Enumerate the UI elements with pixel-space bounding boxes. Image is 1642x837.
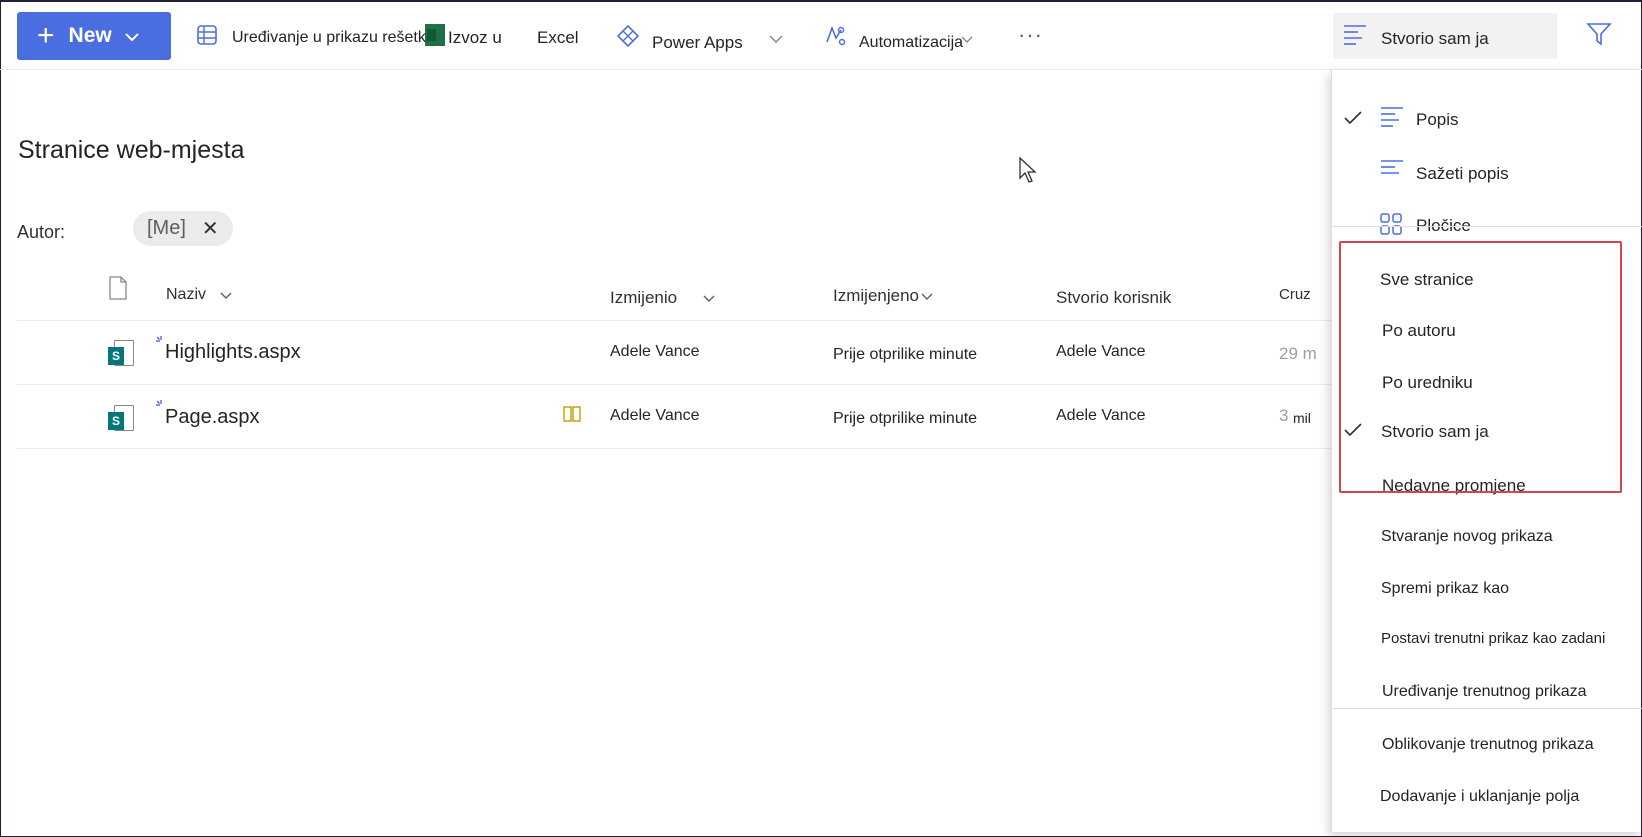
menu-divider bbox=[1332, 226, 1642, 227]
column-modified-label: Izmijenjeno bbox=[833, 286, 919, 305]
sharepoint-page-icon: S bbox=[108, 340, 136, 368]
plus-icon: + bbox=[37, 19, 55, 52]
menu-item-edit-current-view[interactable]: Uređivanje trenutnog prikaza bbox=[1332, 671, 1642, 711]
checkmark-icon bbox=[1344, 110, 1362, 130]
chevron-down-icon bbox=[921, 289, 933, 304]
new-button[interactable]: + New bbox=[17, 12, 171, 60]
menu-item-layout-tiles[interactable]: Pločice bbox=[1332, 204, 1642, 244]
menu-item-create-view[interactable]: Stvaranje novog prikaza bbox=[1332, 516, 1642, 556]
menu-item-label: Dodavanje i uklanjanje polja bbox=[1380, 788, 1580, 805]
chevron-down-icon bbox=[769, 29, 783, 49]
file-name-link[interactable]: Highlights.aspx bbox=[165, 341, 301, 364]
more-button[interactable]: ··· bbox=[1018, 22, 1043, 48]
command-bar: + New Uređivanje u prikazu rešetke Izvoz… bbox=[0, 0, 1642, 70]
column-header-modified-by[interactable]: Izmijenio bbox=[610, 288, 715, 308]
compact-list-icon bbox=[1380, 159, 1404, 184]
callout-highlight-box bbox=[1339, 241, 1622, 493]
page-title: Stranice web-mjesta bbox=[18, 136, 245, 164]
menu-item-label: Postavi trenutni prikaz kao zadani bbox=[1381, 630, 1606, 647]
chevron-down-icon bbox=[220, 288, 232, 303]
file-type-icon bbox=[108, 276, 128, 305]
power-apps-button[interactable]: Power Apps bbox=[616, 24, 783, 53]
column-header-modified[interactable]: Izmijenjeno bbox=[833, 286, 933, 306]
divider bbox=[17, 320, 1347, 321]
menu-item-label: Stvaranje novog prikaza bbox=[1381, 528, 1553, 545]
menu-item-format-current-view[interactable]: Oblikovanje trenutnog prikaza bbox=[1332, 724, 1642, 764]
filter-icon[interactable] bbox=[1586, 22, 1612, 51]
menu-item-label: Uređivanje trenutnog prikaza bbox=[1382, 683, 1587, 700]
menu-item-label: Sažeti popis bbox=[1416, 164, 1509, 183]
column-header-name[interactable]: Naziv bbox=[166, 286, 232, 304]
list-view-icon bbox=[1343, 23, 1367, 50]
grid-edit-label: Uređivanje u prikazu rešetke bbox=[232, 28, 432, 46]
sharepoint-page-icon: S bbox=[108, 405, 136, 433]
divider bbox=[17, 384, 1347, 385]
grid-edit-button[interactable]: Uređivanje u prikazu rešetke bbox=[196, 24, 432, 51]
menu-item-set-default-view[interactable]: Postavi trenutni prikaz kao zadani bbox=[1332, 618, 1642, 658]
created-by-cell[interactable]: Adele Vance bbox=[1056, 407, 1146, 425]
column-header-created-by[interactable]: Stvorio korisnik bbox=[1056, 288, 1171, 308]
created-by-cell[interactable]: Adele Vance bbox=[1056, 343, 1146, 361]
export-excel-button[interactable]: Excel bbox=[537, 28, 579, 48]
automation-button[interactable]: Automatizacija bbox=[823, 24, 973, 53]
new-button-label: New bbox=[68, 24, 112, 47]
export-label: Izvoz u bbox=[448, 28, 502, 47]
list-icon bbox=[1380, 106, 1404, 133]
chevron-down-icon bbox=[124, 24, 140, 48]
menu-item-layout-compact-list[interactable]: Sažeti popis bbox=[1332, 152, 1642, 192]
power-apps-label: Power Apps bbox=[652, 32, 743, 52]
close-icon[interactable]: ✕ bbox=[202, 216, 219, 241]
excel-label: Excel bbox=[537, 28, 579, 47]
column-created-by-label: Stvorio korisnik bbox=[1056, 288, 1172, 307]
view-switcher-button[interactable]: Stvorio sam ja bbox=[1333, 13, 1557, 59]
filter-pill: [Me] ✕ bbox=[133, 211, 233, 246]
truncated-cell: 3 bbox=[1279, 406, 1289, 425]
column-header-truncated[interactable]: Cruz bbox=[1279, 286, 1311, 303]
more-icon: ··· bbox=[1018, 22, 1043, 47]
menu-divider bbox=[1332, 708, 1642, 709]
menu-item-save-view-as[interactable]: Spremi prikaz kao bbox=[1332, 568, 1642, 608]
column-truncated-label: Cruz bbox=[1279, 286, 1311, 303]
flow-icon bbox=[823, 24, 847, 53]
menu-item-label: Popis bbox=[1416, 110, 1459, 129]
column-name-label: Naziv bbox=[166, 286, 207, 303]
menu-item-label: Spremi prikaz kao bbox=[1381, 580, 1510, 597]
divider bbox=[17, 448, 1347, 449]
grid-icon bbox=[196, 24, 218, 51]
open-book-icon[interactable] bbox=[563, 406, 581, 427]
mouse-pointer-icon bbox=[1018, 156, 1038, 189]
automation-label: Automatizacija bbox=[859, 33, 964, 51]
truncated-cell: mil bbox=[1293, 410, 1311, 426]
menu-item-layout-list[interactable]: Popis bbox=[1332, 98, 1642, 138]
view-switcher-label: Stvorio sam ja bbox=[1381, 29, 1489, 48]
menu-item-add-remove-fields[interactable]: Dodavanje i uklanjanje polja bbox=[1332, 776, 1642, 816]
file-name-link[interactable]: Page.aspx bbox=[165, 406, 260, 429]
truncated-cell: 29 m bbox=[1279, 344, 1317, 363]
filter-pill-label: [Me] bbox=[147, 217, 186, 239]
modified-by-cell[interactable]: Adele Vance bbox=[610, 343, 700, 361]
export-button[interactable]: Izvoz u bbox=[448, 28, 502, 48]
filter-label: Autor: bbox=[17, 222, 66, 242]
menu-item-label: Oblikovanje trenutnog prikaza bbox=[1382, 736, 1594, 753]
chevron-down-icon bbox=[703, 291, 715, 306]
excel-icon bbox=[425, 24, 445, 46]
column-modified-by-label: Izmijenio bbox=[610, 288, 678, 307]
modified-cell: Prije otprilike minute bbox=[833, 346, 978, 363]
power-apps-icon bbox=[616, 24, 640, 53]
modified-cell: Prije otprilike minute bbox=[833, 410, 978, 427]
modified-by-cell[interactable]: Adele Vance bbox=[610, 407, 700, 425]
